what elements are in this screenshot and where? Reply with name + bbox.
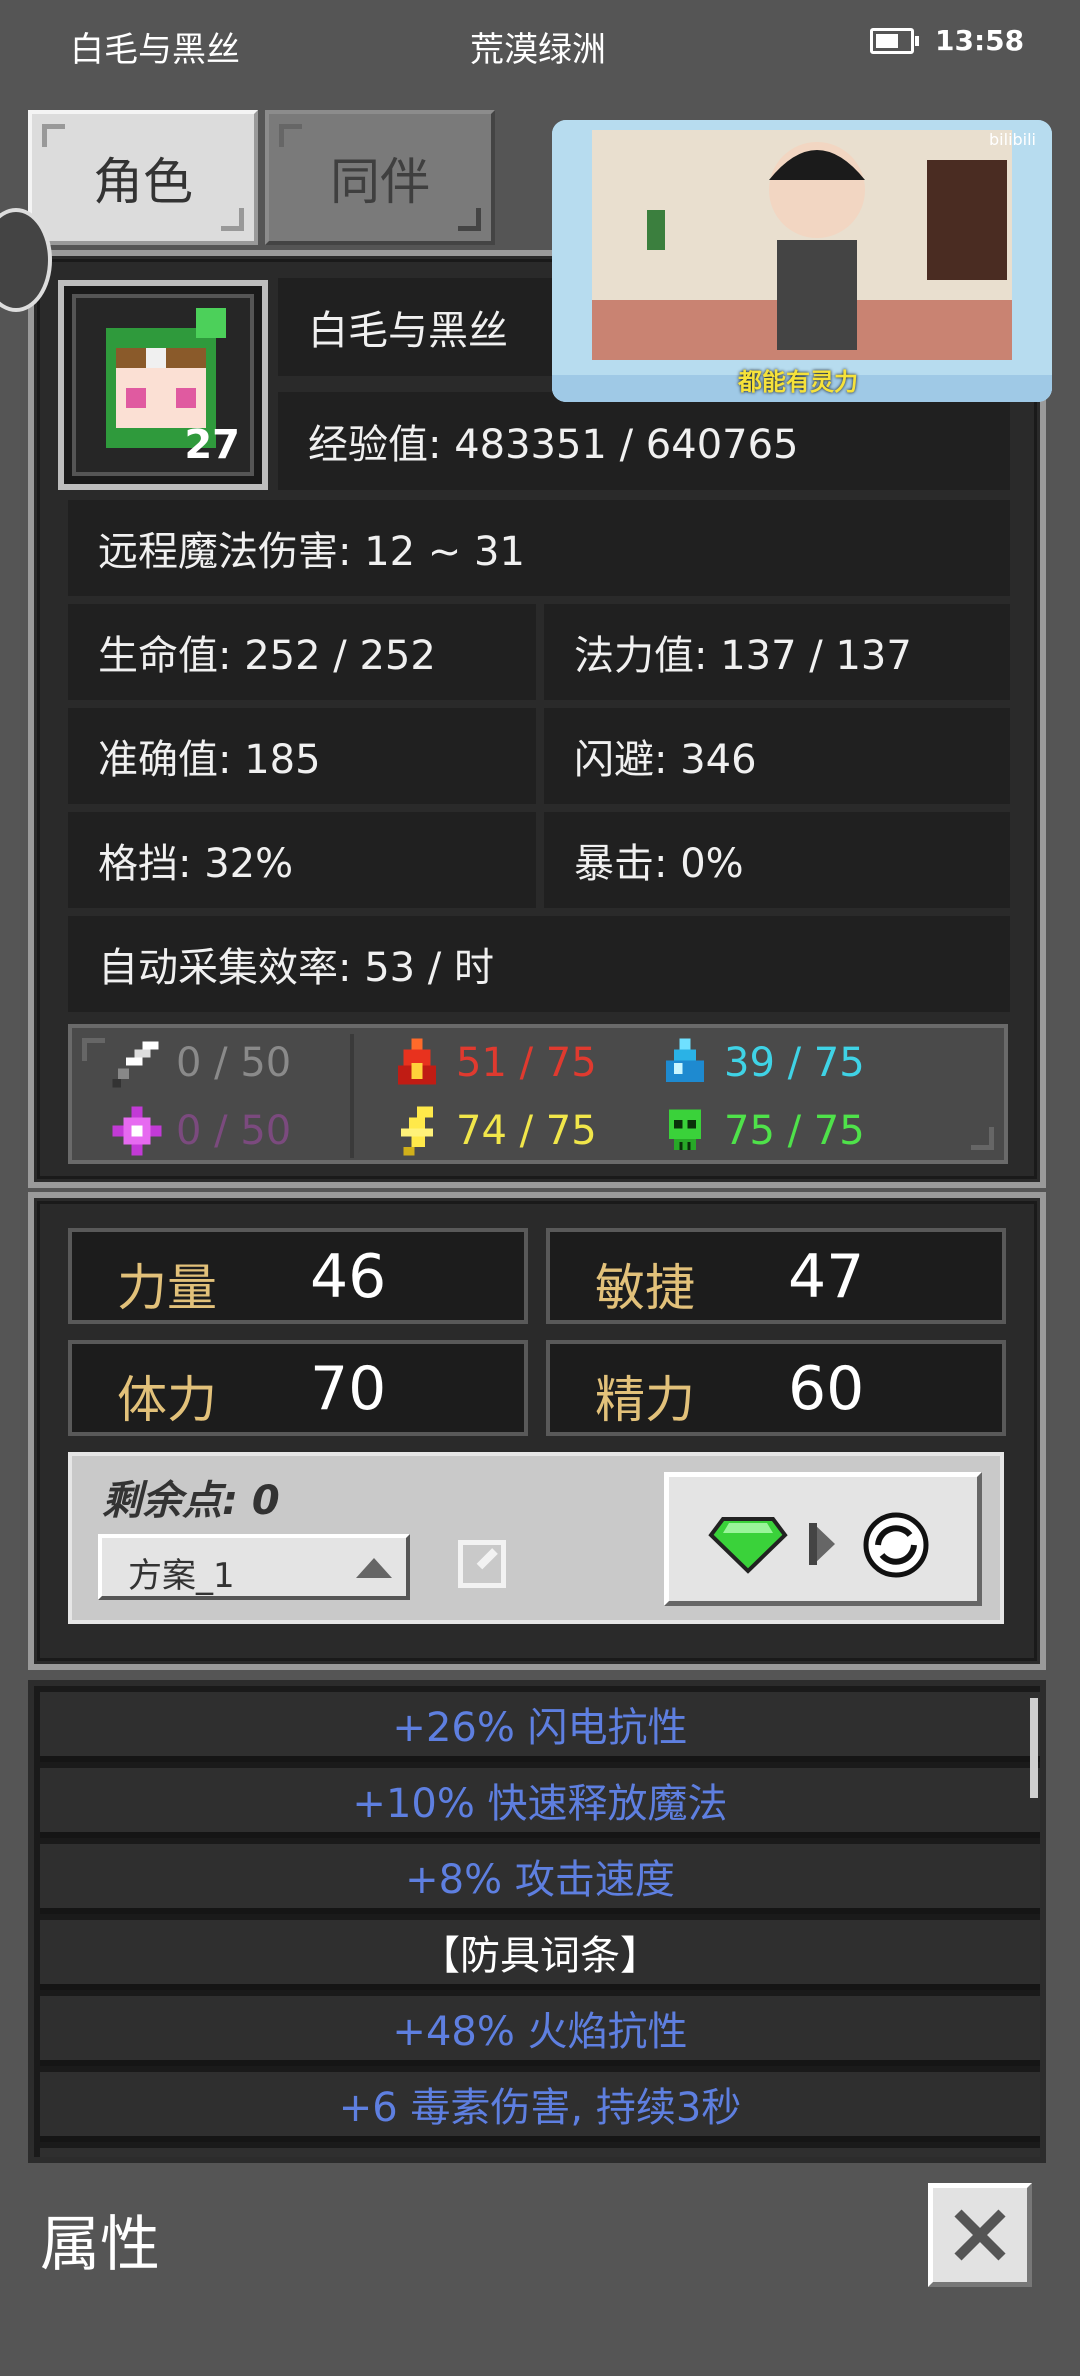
exp-text: 经验值: 483351 / 640765 xyxy=(308,422,799,468)
character-level: 27 xyxy=(184,422,240,468)
list-item: +26% 闪电抗性 xyxy=(40,1692,1040,1762)
damage-text: 远程魔法伤害: 12 ~ 31 xyxy=(98,529,525,575)
accuracy-text: 准确值: 185 xyxy=(98,737,321,783)
close-button[interactable] xyxy=(928,2183,1032,2287)
gather-rate: 自动采集效率: 53 / 时 xyxy=(68,916,1010,1012)
fire-resist: 51 / 75 xyxy=(456,1040,597,1086)
spirit-value: 60 xyxy=(788,1354,865,1424)
block-text: 格挡: 32% xyxy=(98,841,294,887)
hp-value: 生命值: 252 / 252 xyxy=(68,604,536,700)
tab-character[interactable]: 角色 xyxy=(28,110,258,245)
gem-to-reset-icon xyxy=(708,1512,929,1578)
remaining-points: 剩余点: 0 xyxy=(102,1478,280,1524)
agility-attr: 敏捷 47 xyxy=(546,1228,1006,1324)
stamina-attr: 体力 70 xyxy=(68,1340,528,1436)
list-item: +6 毒素伤害, 持续3秒 xyxy=(40,2072,1040,2142)
export-icon[interactable] xyxy=(458,1540,506,1588)
mp-text: 法力值: 137 / 137 xyxy=(574,633,912,679)
effects-list[interactable]: +26% 闪电抗性 +10% 快速释放魔法 +8% 攻击速度 【防具词条】 +4… xyxy=(28,1680,1046,2163)
scrollbar[interactable] xyxy=(1030,1698,1038,1798)
video-thumbnail-image xyxy=(552,120,1052,402)
arcane-star-icon xyxy=(112,1106,162,1156)
accuracy-value: 准确值: 185 xyxy=(68,708,536,804)
block-value: 格挡: 32% xyxy=(68,812,536,908)
stamina-value: 70 xyxy=(310,1354,387,1424)
crit-text: 暴击: 0% xyxy=(574,841,744,887)
agility-value: 47 xyxy=(788,1242,865,1312)
list-item: +10% 快速释放魔法 xyxy=(40,1768,1040,1838)
plan-dropdown[interactable]: 方案_1 xyxy=(98,1534,410,1600)
list-item-partial xyxy=(40,2148,1040,2157)
water-resist: 39 / 75 xyxy=(724,1040,865,1086)
status-left-text: 白毛与黑丝 xyxy=(70,30,240,70)
spirit-attr: 精力 60 xyxy=(546,1340,1006,1436)
status-bar: 白毛与黑丝 荒漠绿洲 13:58 xyxy=(0,0,1080,90)
crit-value: 暴击: 0% xyxy=(544,812,1010,908)
strength-attr: 力量 46 xyxy=(68,1228,528,1324)
battery-icon xyxy=(870,28,919,54)
strength-label: 力量 xyxy=(117,1259,217,1317)
strength-value: 46 xyxy=(310,1242,387,1312)
lightning-resist: 74 / 75 xyxy=(456,1108,597,1154)
poison-resist: 75 / 75 xyxy=(724,1108,865,1154)
video-caption: 都能有灵力 xyxy=(738,368,858,396)
hp-text: 生命值: 252 / 252 xyxy=(98,633,436,679)
damage-value: 远程魔法伤害: 12 ~ 31 xyxy=(68,500,1010,596)
tab-companion[interactable]: 同伴 xyxy=(265,110,495,245)
spirit-label: 精力 xyxy=(595,1371,695,1429)
video-watermark: bilibili xyxy=(989,130,1036,149)
dodge-value: 闪避: 346 xyxy=(544,708,1010,804)
character-portrait: 27 xyxy=(58,280,268,490)
points-box: 剩余点: 0 方案_1 xyxy=(68,1452,1004,1624)
list-item: +48% 火焰抗性 xyxy=(40,1996,1040,2066)
status-center-text: 荒漠绿洲 xyxy=(470,30,606,70)
physical-resist: 0 / 50 xyxy=(176,1040,292,1086)
exp-value: 经验值: 483351 / 640765 xyxy=(278,392,1010,490)
stamina-label: 体力 xyxy=(117,1371,217,1429)
dropdown-arrow-icon xyxy=(356,1558,392,1578)
plan-dropdown-value: 方案_1 xyxy=(128,1556,235,1596)
sword-icon xyxy=(112,1041,159,1088)
convert-gem-button[interactable] xyxy=(664,1472,982,1606)
status-time: 13:58 xyxy=(935,24,1025,57)
close-icon xyxy=(954,2209,1006,2261)
arcane-resist: 0 / 50 xyxy=(176,1108,292,1154)
list-item-header: 【防具词条】 xyxy=(40,1920,1040,1990)
fire-icon xyxy=(398,1038,436,1085)
agility-label: 敏捷 xyxy=(595,1259,695,1317)
character-name-text: 白毛与黑丝 xyxy=(308,308,508,354)
water-drop-icon xyxy=(666,1038,704,1082)
dodge-text: 闪避: 346 xyxy=(574,737,757,783)
page-title: 属性 xyxy=(40,2210,160,2280)
list-item: +8% 攻击速度 xyxy=(40,1844,1040,1914)
mp-value: 法力值: 137 / 137 xyxy=(544,604,1010,700)
tab-character-label: 角色 xyxy=(93,152,193,211)
lightning-icon xyxy=(400,1106,434,1156)
resistances-box: 0 / 50 0 / 50 51 / 75 74 / 75 39 / 75 75… xyxy=(68,1024,1008,1164)
video-overlay[interactable]: bilibili 都能有灵力 xyxy=(552,120,1052,402)
gather-text: 自动采集效率: 53 / 时 xyxy=(98,945,494,991)
poison-skull-icon xyxy=(668,1109,702,1150)
tab-companion-label: 同伴 xyxy=(330,152,430,211)
